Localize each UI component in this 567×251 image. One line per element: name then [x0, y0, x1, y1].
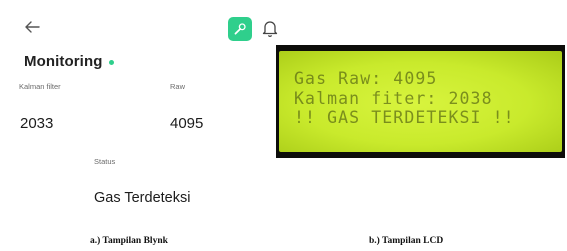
status-label: Status [94, 157, 116, 166]
lcd-display-photo: Gas Raw: 4095 Kalman fiter: 2038 !! GAS … [276, 45, 565, 158]
caption-blynk: a.) Tampilan Blynk [90, 236, 168, 246]
online-status-dot [109, 59, 115, 65]
lcd-screen: Gas Raw: 4095 Kalman fiter: 2038 !! GAS … [279, 51, 562, 152]
lcd-line-3: !! GAS TERDETEKSI !! [294, 108, 515, 127]
page-title: Monitoring [24, 53, 103, 70]
raw-label: Raw [170, 82, 186, 91]
device-settings-button[interactable] [228, 17, 252, 41]
title-row: Monitoring [24, 53, 115, 70]
bell-icon[interactable] [262, 18, 278, 38]
lcd-line-1: Gas Raw: 4095 [294, 69, 438, 88]
status-value: Gas Terdeteksi [94, 190, 191, 206]
blynk-app-panel: Monitoring Kalman filter Raw 2033 4095 S… [0, 0, 283, 232]
lcd-line-2: Kalman fiter: 2038 [294, 89, 493, 108]
wrench-icon [234, 23, 246, 35]
kalman-filter-value: 2033 [20, 115, 54, 132]
caption-lcd: b.) Tampilan LCD [369, 236, 444, 246]
raw-value: 4095 [170, 115, 204, 132]
kalman-filter-label: Kalman filter [19, 82, 61, 91]
back-arrow-icon[interactable] [22, 17, 42, 37]
